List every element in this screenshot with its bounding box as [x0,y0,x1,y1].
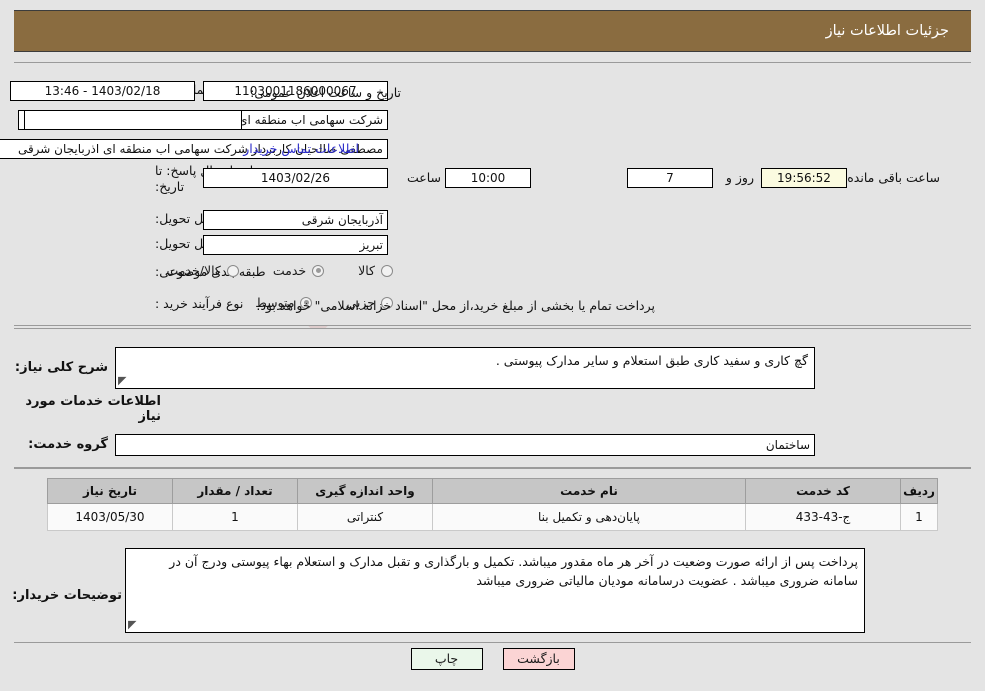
category-option-0[interactable]: کالا [358,263,393,278]
announce-label: تاریخ و ساعت اعلان عمومی: [250,85,401,100]
category-option-2-label: کالا/خدمت [166,263,221,278]
buyer-notes-text: پرداخت پس از ارائه صورت وضعیت در آخر هر … [169,554,858,589]
deadline-hour-label: ساعت [406,170,441,185]
cell-unit: کنتراتی [297,503,433,531]
resize-grip-icon[interactable]: ◥ [128,618,140,631]
cell-qty: 1 [172,503,298,531]
action-bar: بازگشت چاپ [0,648,985,670]
col-code: کد خدمت [745,478,901,504]
purchase-row: نوع فرآیند خرید : [147,296,273,312]
deadline-date-field[interactable]: 1403/02/26 [203,168,388,188]
buyer-notes-label: توضیحات خریدار: [12,588,122,603]
col-need-date: تاریخ نیاز [47,478,173,504]
remaining-time-field: 19:56:52 [761,168,847,188]
cell-index: 1 [900,503,938,531]
services-section-heading: اطلاعات خدمات مورد نیاز [25,394,161,424]
cell-code: ج-43-433 [745,503,901,531]
radio-icon[interactable] [381,264,393,277]
description-label: شرح کلی نیاز: [14,360,108,375]
page-title: جزئیات اطلاعات نیاز [825,23,949,39]
buyer-contact-link[interactable]: اطلاعات تماس خریدار [243,141,359,156]
cell-need-date: 1403/05/30 [47,503,173,531]
table-header-row: ردیف کد خدمت نام خدمت واحد اندازه گیری ت… [47,478,938,504]
service-group-field[interactable]: ساختمان [115,434,815,456]
deadline-hour-field[interactable]: 10:00 [445,168,531,188]
treasury-note: پرداخت تمام یا بخشی از مبلغ خرید،از محل … [256,298,655,313]
category-option-0-label: کالا [358,263,375,278]
description-text: گچ کاری و سفید کاری طبق استعلام و سایر م… [495,353,808,368]
services-table-wrapper: ردیف کد خدمت نام خدمت واحد اندازه گیری ت… [47,478,938,531]
back-button[interactable]: بازگشت [502,648,575,670]
category-option-1-label: خدمت [272,263,307,278]
remaining-days-label: روز و [725,170,754,185]
col-qty: تعداد / مقدار [172,478,298,504]
radio-icon[interactable] [226,264,239,277]
resize-grip-icon[interactable]: ◥ [118,374,130,387]
description-textarea[interactable]: گچ کاری و سفید کاری طبق استعلام و سایر م… [115,347,815,389]
col-name: نام خدمت [432,478,746,504]
category-radio-group[interactable]: کالا خدمت کالا/خدمت [166,263,393,278]
province-field[interactable]: آذربایجان شرقی [203,210,388,230]
remaining-days-field: 7 [627,168,713,188]
col-index: ردیف [900,478,938,504]
page-header: جزئیات اطلاعات نیاز [14,10,971,52]
remaining-time-label: ساعت باقی مانده [847,170,940,185]
city-field[interactable]: تبریز [203,235,388,255]
col-unit: واحد اندازه گیری [297,478,433,504]
services-table: ردیف کد خدمت نام خدمت واحد اندازه گیری ت… [47,478,938,531]
announce-field[interactable]: 1403/02/18 - 13:46 [10,81,195,101]
service-group-label: گروه خدمت: [28,437,108,452]
buyer-notes-textarea[interactable]: پرداخت پس از ارائه صورت وضعیت در آخر هر … [125,548,865,633]
radio-icon[interactable] [312,264,325,277]
table-row: 1 ج-43-433 پایان‌دهی و تکمیل بنا کنتراتی… [47,503,938,531]
print-button[interactable]: چاپ [410,648,483,670]
category-option-2[interactable]: کالا/خدمت [166,263,239,278]
buyer-org-extra-field[interactable] [24,110,242,130]
category-option-1[interactable]: خدمت [272,263,325,278]
cell-name: پایان‌دهی و تکمیل بنا [432,503,746,531]
